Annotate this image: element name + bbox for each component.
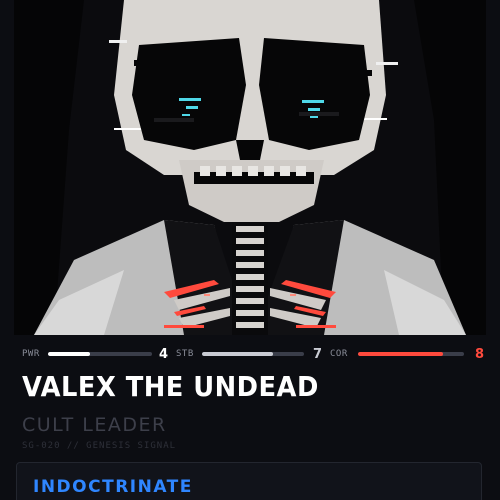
card-set-code: SG-020 // GENESIS SIGNAL xyxy=(22,441,177,451)
card-art xyxy=(14,0,486,335)
ability-panel[interactable]: INDOCTRINATE xyxy=(16,462,482,500)
stat-bar-fill xyxy=(202,352,274,356)
stat-label: PWR xyxy=(22,349,40,359)
stat-label: STB xyxy=(176,349,194,359)
stat-value: 8 xyxy=(474,346,484,362)
stat-value: 4 xyxy=(158,346,168,362)
stat-bar xyxy=(358,352,464,356)
stat-pwr: PWR 4 xyxy=(22,345,168,363)
ability-name: INDOCTRINATE xyxy=(33,477,193,497)
skull-figure-art xyxy=(14,0,486,335)
card-name: VALEX THE UNDEAD xyxy=(22,370,319,403)
stat-bar xyxy=(202,352,304,356)
card-role: CULT LEADER xyxy=(22,414,167,436)
stat-cor: COR 8 xyxy=(330,345,484,363)
stat-value: 7 xyxy=(312,346,322,362)
stat-bar-fill xyxy=(48,352,90,356)
stat-label: COR xyxy=(330,349,348,359)
stat-row: PWR 4 STB 7 COR 8 xyxy=(22,345,484,363)
stat-bar xyxy=(48,352,152,356)
game-card[interactable]: PWR 4 STB 7 COR 8 VALEX THE UNDEAD CULT … xyxy=(0,0,500,500)
stat-stb: STB 7 xyxy=(176,345,322,363)
stat-bar-fill xyxy=(358,352,443,356)
